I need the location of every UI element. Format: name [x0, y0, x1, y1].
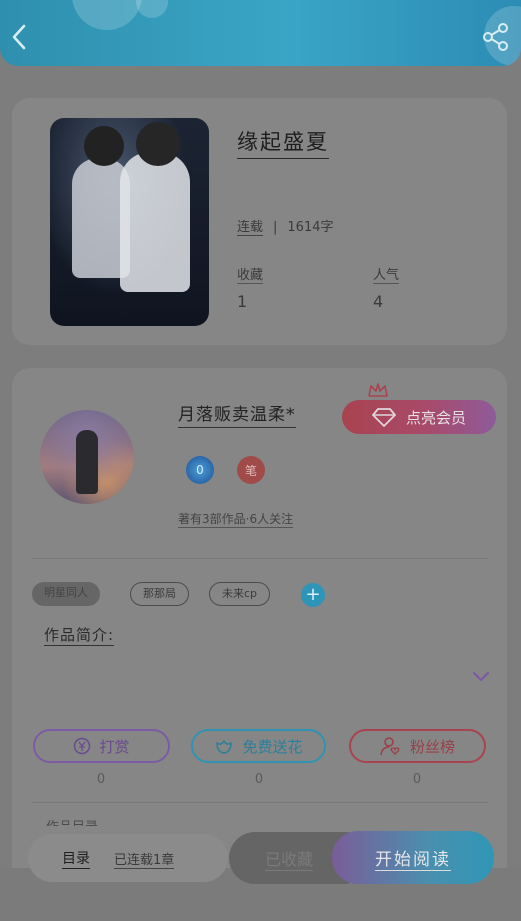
catalog-button[interactable]: 目录 已连载1章	[28, 834, 228, 882]
divider	[32, 802, 488, 803]
book-info-card: 缘起盛夏 连载 | 1614字 收藏 1 人气 4	[12, 98, 507, 345]
divider	[32, 558, 488, 559]
flower-icon	[216, 740, 233, 754]
cover-figure	[120, 152, 190, 292]
add-tag-button[interactable]: +	[301, 583, 325, 607]
fans-rank-button[interactable]: 粉丝榜	[349, 729, 486, 763]
favorites-value: 1	[237, 292, 248, 311]
send-flower-button[interactable]: 免费送花	[191, 729, 326, 763]
fans-rank-label: 粉丝榜	[409, 737, 455, 756]
tip-count: 0	[96, 772, 106, 787]
crown-icon	[368, 383, 388, 397]
serial-status: 连载	[237, 220, 264, 236]
vip-button[interactable]: 点亮会员	[342, 400, 496, 434]
start-reading-label: 开始阅读	[375, 845, 451, 871]
writer-badge: 笔	[237, 456, 265, 484]
share-icon[interactable]	[481, 22, 511, 52]
top-header	[0, 0, 521, 66]
author-name[interactable]: 月落贩卖温柔*	[178, 400, 296, 428]
intro-label: 作品简介:	[44, 626, 115, 646]
tag-chip[interactable]: 明星同人	[32, 582, 100, 606]
vip-button-label: 点亮会员	[405, 408, 466, 427]
diamond-icon	[372, 408, 396, 427]
catalog-status: 已连载1章	[114, 849, 175, 869]
separator: |	[273, 220, 278, 235]
favorite-button[interactable]: 已收藏	[229, 832, 349, 884]
tip-button[interactable]: 打赏	[33, 729, 170, 763]
yen-icon	[74, 737, 91, 755]
favorite-label: 已收藏	[264, 846, 313, 871]
favorites-label: 收藏	[237, 264, 264, 284]
send-flower-label: 免费送花	[242, 737, 303, 756]
chevron-left-icon[interactable]	[6, 20, 34, 54]
tag-chip[interactable]: 那那局	[130, 582, 189, 606]
author-card: 月落贩卖温柔* 点亮会员 0 笔 著有3部作品·6人关注 明星同人 那那局 未来…	[12, 368, 507, 888]
author-works: 著有3部作品·6人关注	[178, 512, 294, 528]
tag-chip[interactable]: 未来cp	[209, 582, 271, 606]
decorative-bubble	[136, 0, 168, 18]
chevron-down-icon[interactable]	[471, 670, 491, 684]
catalog-label: 目录	[62, 848, 90, 869]
section-heading-partial: 作品目录	[46, 816, 98, 826]
user-heart-icon	[380, 737, 400, 756]
word-count: 1614字	[287, 220, 334, 235]
level-badge: 0	[186, 456, 214, 484]
cover-figure	[136, 122, 180, 166]
start-reading-button[interactable]: 开始阅读	[332, 831, 494, 884]
avatar-figure	[76, 430, 98, 494]
tip-label: 打赏	[99, 737, 130, 756]
book-status-row: 连载 | 1614字	[237, 216, 334, 236]
flower-count: 0	[254, 772, 264, 787]
decorative-bubble	[72, 0, 142, 30]
cover-figure	[84, 126, 124, 166]
author-avatar[interactable]	[40, 410, 134, 504]
book-cover[interactable]	[50, 118, 209, 326]
fans-count: 0	[412, 772, 422, 787]
popularity-value: 4	[373, 292, 384, 311]
book-title: 缘起盛夏	[237, 126, 329, 159]
popularity-label: 人气	[373, 264, 400, 284]
